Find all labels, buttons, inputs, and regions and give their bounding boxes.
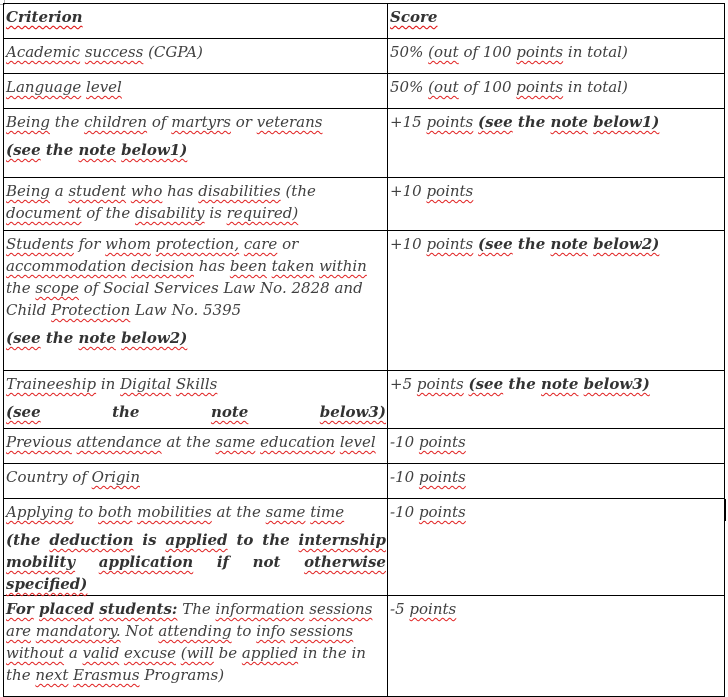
score-cell: +10 points (387, 177, 725, 231)
criterion-cell: Traineeship in Digital Skills (see the n… (3, 370, 388, 429)
criterion-text: Applying to both mobilities at the same … (6, 503, 345, 521)
score-note: (see the note below3) (468, 375, 650, 393)
criterion-cell: Students for whom protection, care or ac… (3, 230, 388, 371)
criterion-note: (see the note below1) (6, 141, 188, 159)
score-text: +15 points (390, 113, 474, 131)
criterion-text: Being the children of martyrs or veteran… (6, 113, 323, 131)
change-bar-marker (724, 499, 726, 521)
criterion-text: Academic success (CGPA) (6, 43, 203, 61)
table-row: Language level 50% (out of 100 points in… (3, 73, 725, 109)
score-note: (see the note below2) (478, 235, 660, 253)
criterion-note: (see the note below2) (6, 329, 188, 347)
score-cell: -10 points (387, 428, 725, 464)
table-row: Students for whom protection, care or ac… (3, 230, 725, 371)
table-row: Academic success (CGPA) 50% (out of 100 … (3, 38, 725, 74)
score-text: 50% (out of 100 points in total) (390, 78, 628, 96)
criteria-score-table: Criterion Score Academic success (CGPA) … (3, 3, 725, 697)
criterion-text: Students for whom protection, care or ac… (6, 235, 367, 319)
table-row: Being a student who has disabilities (th… (3, 177, 725, 231)
score-cell: +5 points (see the note below3) (387, 370, 725, 429)
criterion-cell: Applying to both mobilities at the same … (3, 498, 388, 596)
criterion-text: Being a student who has disabilities (th… (6, 182, 316, 222)
score-text: -10 points (390, 468, 466, 486)
score-cell: -5 points (387, 595, 725, 697)
score-text: +10 points (390, 235, 474, 253)
criterion-cell: Being the children of martyrs or veteran… (3, 108, 388, 178)
score-text: +5 points (390, 375, 464, 393)
score-cell: +15 points (see the note below1) (387, 108, 725, 178)
criterion-cell: For placed students: The information ses… (3, 595, 388, 697)
score-cell: +10 points (see the note below2) (387, 230, 725, 371)
criterion-text: Traineeship in Digital Skills (6, 375, 218, 393)
table-row: Applying to both mobilities at the same … (3, 498, 725, 596)
criterion-note: (see the note below3) (6, 403, 386, 421)
criterion-cell: Being a student who has disabilities (th… (3, 177, 388, 231)
score-text: 50% (out of 100 points in total) (390, 43, 628, 61)
criterion-cell: Academic success (CGPA) (3, 38, 388, 74)
score-text: -10 points (390, 433, 466, 451)
criterion-cell: Language level (3, 73, 388, 109)
criterion-cell: Previous attendance at the same educatio… (3, 428, 388, 464)
table-row: For placed students: The information ses… (3, 595, 725, 697)
criterion-cell: Country of Origin (3, 463, 388, 499)
criterion-note: (the deduction is applied to the interns… (6, 531, 386, 593)
criterion-text: Previous attendance at the same educatio… (6, 433, 376, 451)
table-row: Previous attendance at the same educatio… (3, 428, 725, 464)
score-cell: -10 points (387, 498, 725, 596)
table-row: Traineeship in Digital Skills (see the n… (3, 370, 725, 429)
table-row: Being the children of martyrs or veteran… (3, 108, 725, 178)
score-cell: 50% (out of 100 points in total) (387, 73, 725, 109)
table-row: Country of Origin -10 points (3, 463, 725, 499)
table-header-row: Criterion Score (3, 3, 725, 39)
score-text: -5 points (390, 600, 457, 618)
header-criterion: Criterion (3, 3, 388, 39)
score-text: +10 points (390, 182, 474, 200)
score-cell: -10 points (387, 463, 725, 499)
score-note: (see the note below1) (478, 113, 660, 131)
header-score: Score (387, 3, 725, 39)
criterion-text: Language level (6, 78, 122, 96)
criterion-text: Country of Origin (6, 468, 140, 486)
score-cell: 50% (out of 100 points in total) (387, 38, 725, 74)
score-text: -10 points (390, 503, 466, 521)
criterion-lead: For placed students: (6, 600, 178, 618)
